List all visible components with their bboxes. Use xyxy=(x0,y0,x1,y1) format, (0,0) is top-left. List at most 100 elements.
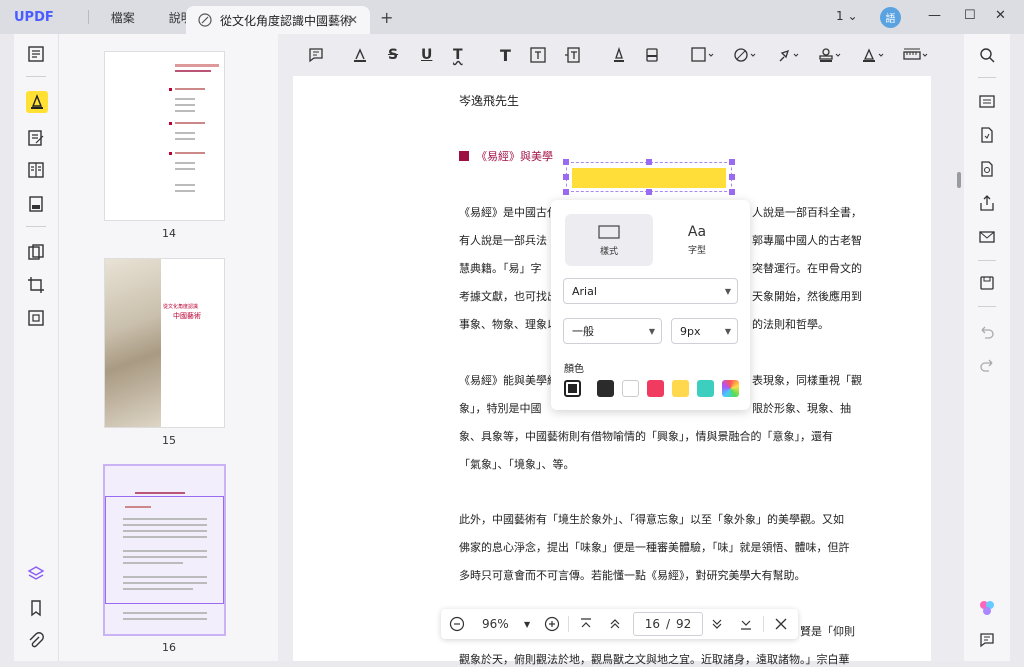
maximize-button[interactable]: ☐ xyxy=(964,8,976,23)
reader-icon[interactable] xyxy=(26,44,46,64)
redo-icon[interactable] xyxy=(978,356,996,374)
pencil-draw-icon[interactable] xyxy=(611,45,627,65)
scrollbar-thumb[interactable] xyxy=(957,172,961,188)
avatar[interactable]: 語 xyxy=(880,7,901,28)
thumbnail-page-14[interactable] xyxy=(105,52,224,220)
share-icon[interactable] xyxy=(978,194,996,212)
bookmark-icon[interactable] xyxy=(26,598,46,618)
resize-handle[interactable] xyxy=(563,189,569,195)
color-swatch[interactable] xyxy=(622,380,639,397)
resize-handle[interactable] xyxy=(729,174,735,180)
ocr-icon[interactable] xyxy=(26,308,46,328)
save-icon[interactable] xyxy=(978,274,996,292)
ai-assistant-icon[interactable] xyxy=(978,599,996,617)
measure-icon[interactable] xyxy=(903,45,929,65)
font-family-select[interactable]: Arial ▼ xyxy=(563,278,738,304)
note-icon[interactable] xyxy=(308,45,324,65)
body-text: 象、具象等，中國藝術則有借物喻情的「興象」，情與景融合的「意象」，還有 xyxy=(459,430,833,443)
color-swatch[interactable] xyxy=(672,380,689,397)
color-swatch[interactable] xyxy=(597,380,614,397)
search-icon[interactable] xyxy=(978,46,996,64)
selection-box[interactable] xyxy=(566,162,732,192)
zoom-out-icon[interactable] xyxy=(449,616,465,632)
tab-close-icon[interactable]: ✕ xyxy=(348,13,358,27)
zoom-level[interactable]: 96% xyxy=(482,616,509,632)
protect-icon[interactable] xyxy=(978,160,996,178)
toolbar-separator xyxy=(26,76,46,77)
layers-icon[interactable] xyxy=(26,564,46,584)
page-navigation-bar: 96% ▼ 16 / 92 xyxy=(441,609,798,639)
font-weight-value: 一般 xyxy=(572,325,594,338)
resize-handle[interactable] xyxy=(729,189,735,195)
new-tab-button[interactable]: + xyxy=(380,8,393,27)
highlight-icon[interactable] xyxy=(352,45,368,65)
tab-font-label: 字型 xyxy=(687,246,706,256)
minimize-button[interactable]: — xyxy=(928,8,941,23)
edit-pdf-icon[interactable] xyxy=(26,128,46,148)
stamp-tool-icon[interactable] xyxy=(818,45,842,65)
body-text: 賢是「仰則 xyxy=(800,625,855,638)
pin-icon[interactable] xyxy=(776,45,800,65)
form-icon[interactable] xyxy=(26,194,46,214)
zoom-in-icon[interactable] xyxy=(544,616,560,632)
text-icon[interactable]: T xyxy=(500,45,511,65)
thumbnail-page-16[interactable] xyxy=(105,466,224,634)
strikethrough-icon[interactable]: S xyxy=(388,45,398,65)
toolbar-separator xyxy=(26,226,46,227)
squiggly-icon[interactable]: T xyxy=(453,45,463,65)
color-swatch-selected[interactable] xyxy=(564,380,581,397)
textbox-icon[interactable] xyxy=(530,45,546,65)
tab-style[interactable]: 樣式 xyxy=(565,214,653,266)
close-window-button[interactable]: ✕ xyxy=(995,8,1006,23)
color-picker-swatch[interactable] xyxy=(722,380,739,397)
first-page-icon[interactable] xyxy=(579,616,593,632)
page-tools-icon[interactable] xyxy=(26,242,46,262)
next-page-icon[interactable] xyxy=(710,616,724,632)
undo-icon[interactable] xyxy=(978,323,996,341)
zoom-dropdown-icon[interactable]: ▼ xyxy=(524,616,530,632)
style-box-icon xyxy=(598,224,620,239)
body-text: 慧典籍。「易」字 xyxy=(459,262,542,275)
resize-handle[interactable] xyxy=(563,159,569,165)
heading-marker xyxy=(459,151,469,161)
menu-file[interactable]: 檔案 xyxy=(99,9,147,26)
signature-icon[interactable] xyxy=(861,45,885,65)
shape-icon[interactable] xyxy=(691,45,715,65)
organize-pages-icon[interactable] xyxy=(26,160,46,180)
page-select-dropdown[interactable]: 1 ⌄ xyxy=(836,9,858,23)
email-icon[interactable] xyxy=(978,228,996,246)
nav-separator xyxy=(568,616,569,632)
resize-handle[interactable] xyxy=(563,174,569,180)
comment-tool-icon[interactable] xyxy=(26,91,48,113)
nav-separator xyxy=(763,616,764,632)
page-separator: / xyxy=(665,617,671,631)
page-number-input[interactable]: 16 / 92 xyxy=(633,612,703,636)
close-nav-icon[interactable] xyxy=(774,616,788,632)
eraser-icon[interactable] xyxy=(644,45,660,65)
toolbar-separator xyxy=(978,260,996,261)
chevron-down-icon: ⌄ xyxy=(847,9,858,23)
underline-icon[interactable]: U xyxy=(421,45,432,65)
thumbnail-page-15[interactable]: 從文化角度認識 中國藝術 xyxy=(105,259,224,427)
document-tab[interactable]: 從文化角度認識中國藝術 ✕ xyxy=(186,6,370,34)
body-text: 《易經》能與美學結 xyxy=(459,374,558,387)
properties-popup: 樣式 Aa 字型 Arial ▼ 一般 ▼ 9px ▼ 顏色 xyxy=(551,200,750,410)
stamp-icon[interactable] xyxy=(733,45,757,65)
attachment-icon[interactable] xyxy=(26,631,46,651)
color-swatch[interactable] xyxy=(697,380,714,397)
color-swatch[interactable] xyxy=(647,380,664,397)
resize-handle[interactable] xyxy=(646,159,652,165)
convert-icon[interactable] xyxy=(978,126,996,144)
last-page-icon[interactable] xyxy=(739,616,753,632)
tab-font[interactable]: Aa 字型 xyxy=(653,214,741,266)
thumbnail-panel: 14 從文化角度認識 中國藝術 15 16 xyxy=(58,34,278,661)
resize-handle[interactable] xyxy=(646,189,652,195)
ocr-tool-icon[interactable] xyxy=(978,92,996,110)
font-weight-select[interactable]: 一般 ▼ xyxy=(563,318,662,344)
crop-icon[interactable] xyxy=(26,275,46,295)
resize-handle[interactable] xyxy=(729,159,735,165)
prev-page-icon[interactable] xyxy=(608,616,622,632)
font-size-select[interactable]: 9px ▼ xyxy=(671,318,738,344)
text-callout-icon[interactable] xyxy=(564,45,580,65)
comments-icon[interactable] xyxy=(978,631,996,649)
